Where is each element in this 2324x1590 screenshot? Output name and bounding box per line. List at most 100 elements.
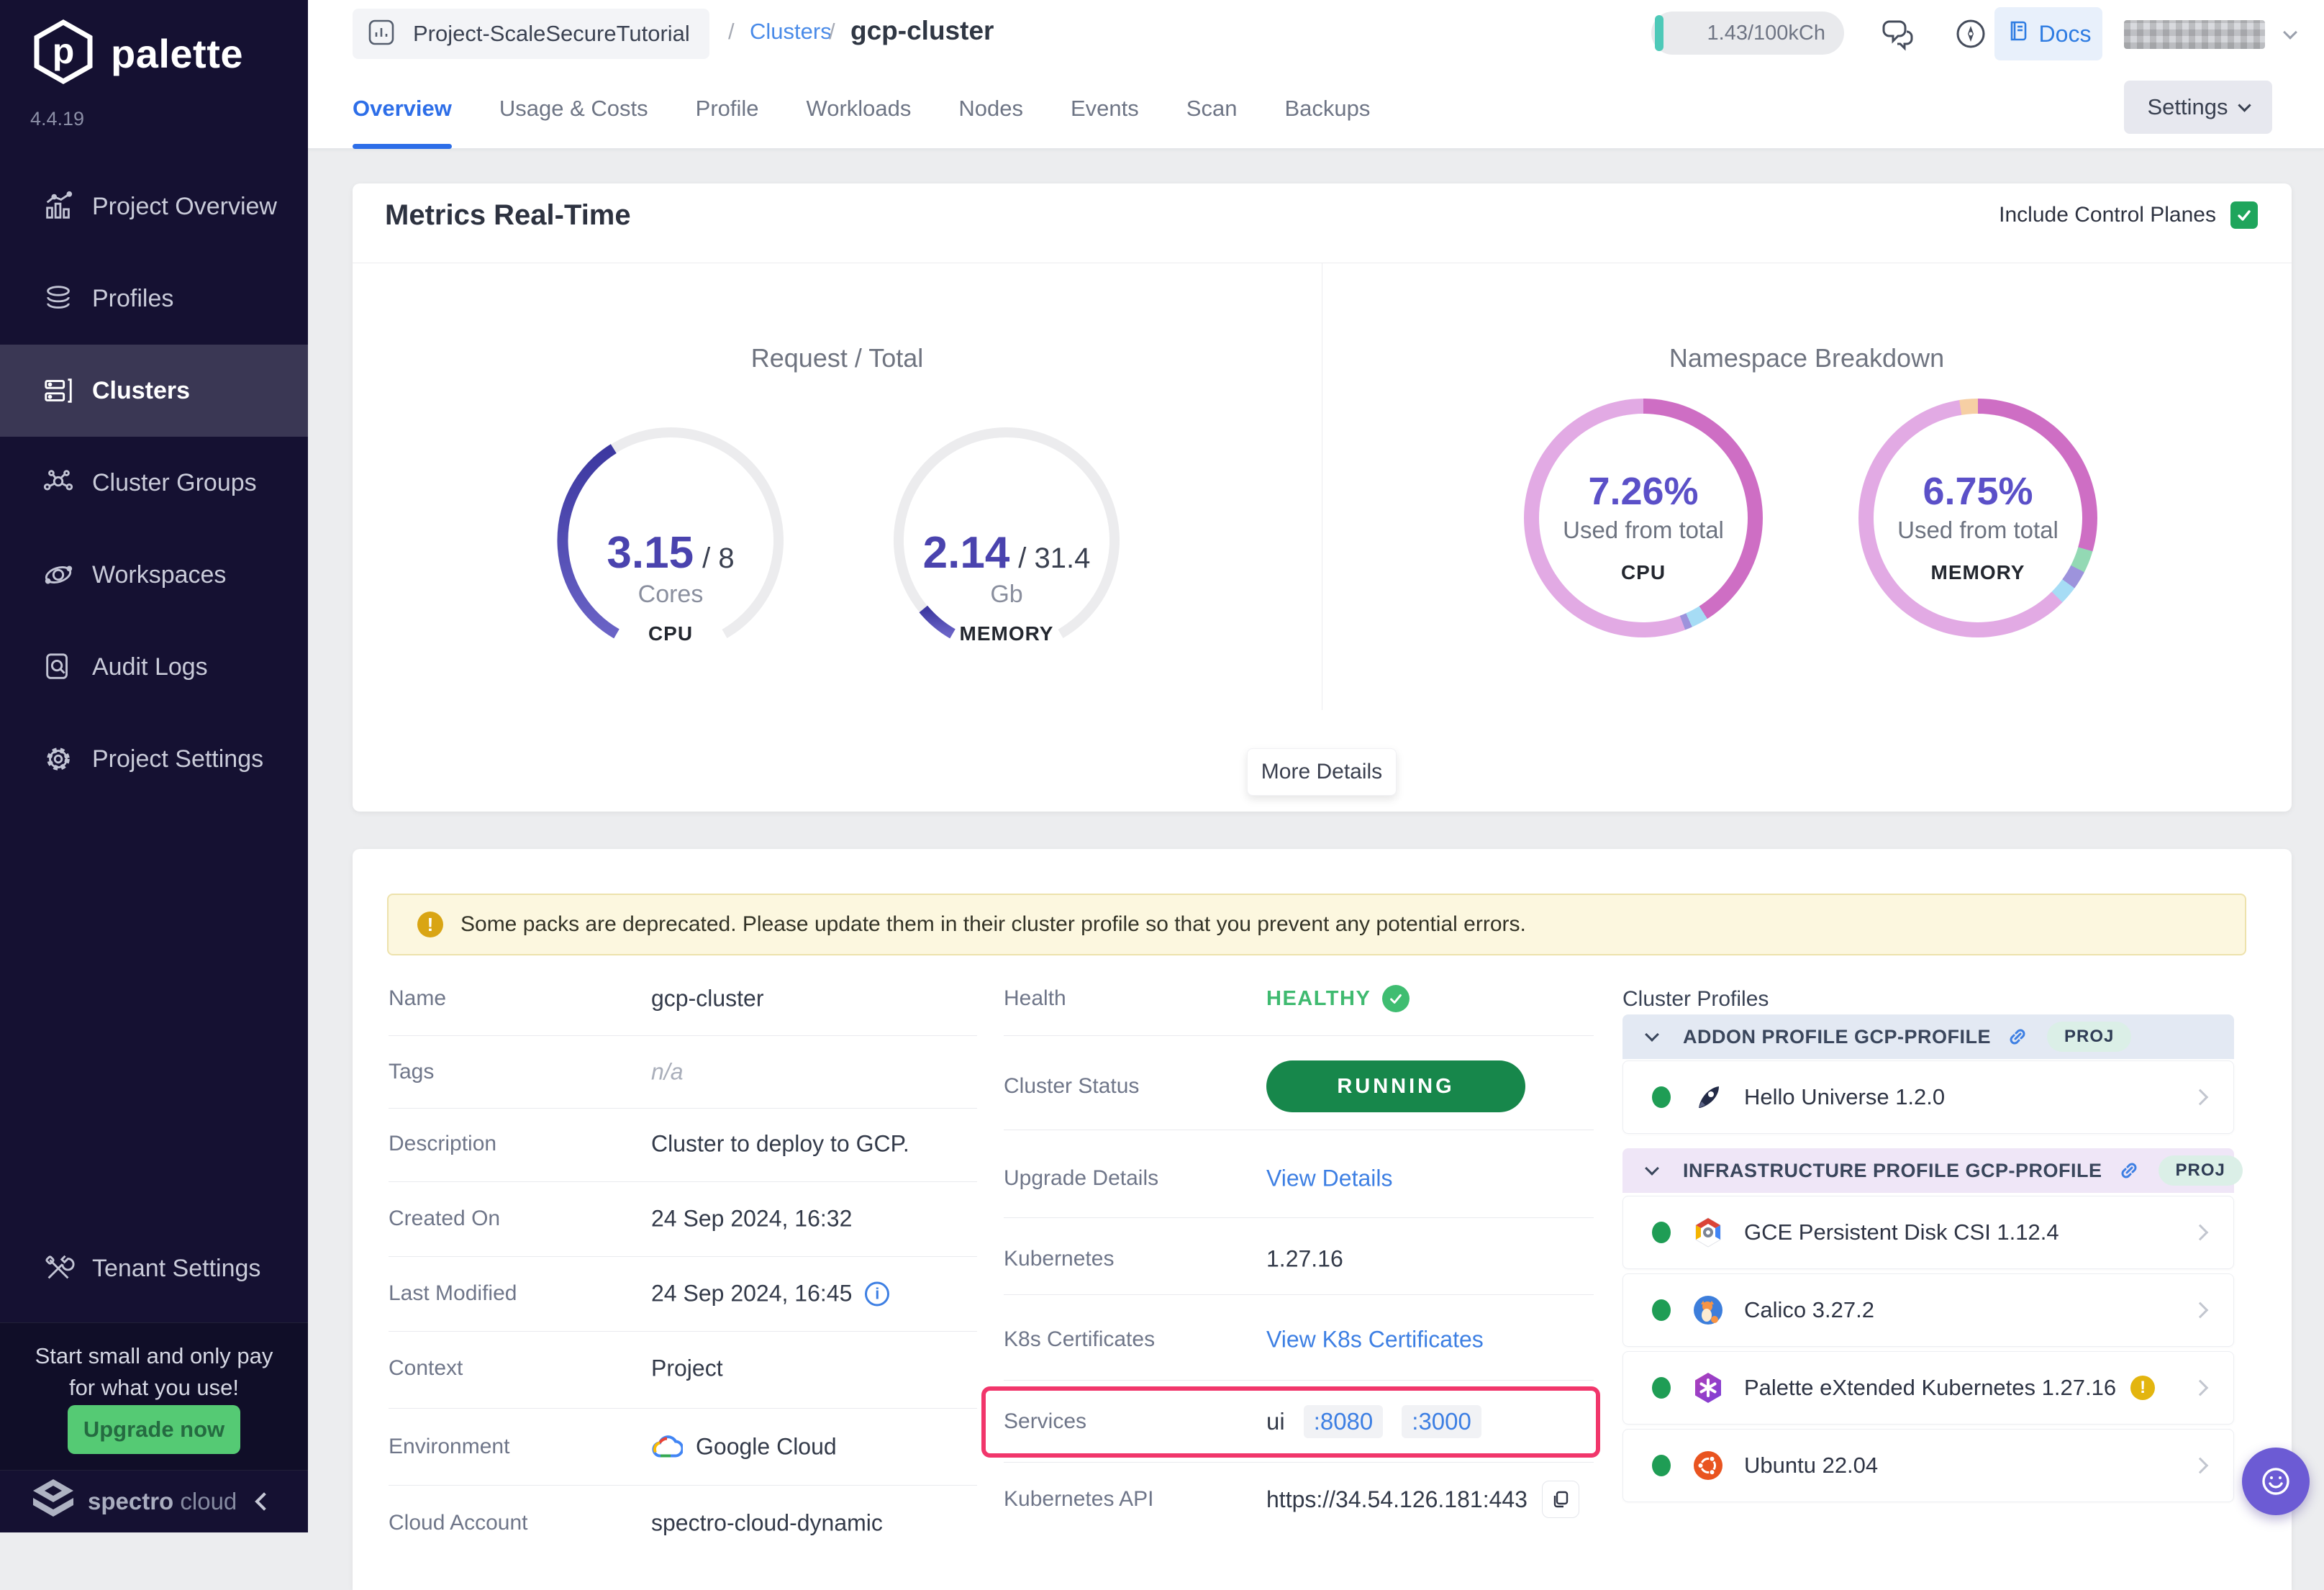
tab-profile[interactable]: Profile bbox=[696, 68, 759, 149]
info-icon[interactable]: i bbox=[865, 1281, 889, 1306]
collapse-sidebar-icon[interactable] bbox=[255, 1492, 273, 1510]
include-control-planes-checkbox[interactable] bbox=[2230, 201, 2258, 229]
divider bbox=[1004, 1035, 1594, 1036]
created-on-value: 24 Sep 2024, 16:32 bbox=[651, 1206, 852, 1232]
tab-nodes[interactable]: Nodes bbox=[958, 68, 1023, 149]
deprecated-packs-warning: ! Some packs are deprecated. Please upda… bbox=[387, 894, 2246, 955]
cluster-profiles-title: Cluster Profiles bbox=[1622, 987, 1769, 1012]
warning-text: Some packs are deprecated. Please update… bbox=[460, 912, 1526, 937]
status-dot bbox=[1652, 1222, 1671, 1243]
audit-search-icon bbox=[40, 649, 76, 685]
compass-icon[interactable] bbox=[1951, 14, 1990, 53]
environment-value: Google Cloud bbox=[651, 1434, 837, 1460]
chat-bubbles-icon[interactable] bbox=[1879, 14, 1918, 53]
divider bbox=[389, 1181, 977, 1182]
cluster-status-value: RUNNING bbox=[1266, 1060, 1525, 1112]
settings-button[interactable]: Settings bbox=[2124, 81, 2272, 134]
sidebar-item-label: Profiles bbox=[92, 285, 173, 313]
sidebar-item-workspaces[interactable]: Workspaces bbox=[0, 529, 308, 621]
breadcrumb-separator: / bbox=[829, 19, 835, 45]
profile-pack-row-pxk[interactable]: Palette eXtended Kubernetes 1.27.16 ! bbox=[1622, 1351, 2234, 1425]
bar-chart-icon bbox=[40, 188, 76, 224]
brand-text: spectro cloud bbox=[88, 1488, 237, 1515]
sidebar-item-project-overview[interactable]: Project Overview bbox=[0, 160, 308, 253]
service-port-link[interactable]: :8080 bbox=[1304, 1405, 1384, 1438]
running-status-pill[interactable]: RUNNING bbox=[1266, 1060, 1525, 1112]
divider bbox=[389, 1485, 977, 1486]
include-control-planes-label: Include Control Planes bbox=[1999, 203, 2216, 227]
cluster-status-label: Cluster Status bbox=[1004, 1074, 1139, 1099]
chevron-right-icon bbox=[2192, 1458, 2209, 1474]
description-label: Description bbox=[389, 1132, 496, 1156]
support-chat-fab[interactable] bbox=[2242, 1448, 2310, 1515]
topbar: Project-ScaleSecureTutorial / Clusters /… bbox=[308, 0, 2324, 68]
gce-disk-icon bbox=[1691, 1215, 1725, 1250]
profile-pack-row-ubuntu[interactable]: Ubuntu 22.04 bbox=[1622, 1429, 2234, 1502]
user-name-redacted[interactable] bbox=[2124, 20, 2265, 49]
request-total-title: Request / Total bbox=[353, 343, 1322, 373]
memory-gauge: 2.14/ 31.4 Gb MEMORY bbox=[884, 418, 1129, 663]
gear-icon bbox=[40, 741, 76, 777]
sidebar-item-audit-logs[interactable]: Audit Logs bbox=[0, 621, 308, 713]
view-k8s-certificates-link[interactable]: View K8s Certificates bbox=[1266, 1327, 1484, 1353]
pack-warning-icon: ! bbox=[2130, 1376, 2155, 1400]
sidebar-item-project-settings[interactable]: Project Settings bbox=[0, 713, 308, 805]
profile-pack-row-hello-universe[interactable]: Hello Universe 1.2.0 bbox=[1622, 1060, 2234, 1134]
svg-text:p: p bbox=[53, 31, 75, 71]
sidebar-item-label: Clusters bbox=[92, 377, 190, 405]
status-dot bbox=[1652, 1455, 1671, 1476]
palette-logo-icon: p bbox=[32, 19, 95, 88]
project-name: Project-ScaleSecureTutorial bbox=[413, 21, 690, 47]
tab-scan[interactable]: Scan bbox=[1186, 68, 1238, 149]
service-port-link[interactable]: :3000 bbox=[1402, 1405, 1481, 1438]
infrastructure-profile-header[interactable]: INFRASTRUCTURE PROFILE GCP-PROFILE PROJ bbox=[1622, 1148, 2234, 1193]
addon-profile-header[interactable]: ADDON PROFILE GCP-PROFILE PROJ bbox=[1622, 1014, 2234, 1059]
usage-quota-badge[interactable]: 1.43/100kCh bbox=[1651, 12, 1844, 55]
tab-usage-costs[interactable]: Usage & Costs bbox=[499, 68, 648, 149]
warning-icon: ! bbox=[417, 912, 443, 937]
tab-overview[interactable]: Overview bbox=[353, 68, 452, 149]
kubernetes-api-label: Kubernetes API bbox=[1004, 1487, 1153, 1512]
upgrade-now-button[interactable]: Upgrade now bbox=[68, 1405, 240, 1454]
sidebar-item-cluster-groups[interactable]: Cluster Groups bbox=[0, 437, 308, 529]
context-value: Project bbox=[651, 1355, 723, 1382]
memory-gauge-value: 2.14/ 31.4 bbox=[884, 527, 1129, 578]
chevron-right-icon bbox=[2192, 1380, 2209, 1396]
profile-pack-row-gce-disk[interactable]: GCE Persistent Disk CSI 1.12.4 bbox=[1622, 1196, 2234, 1269]
view-details-link[interactable]: View Details bbox=[1266, 1166, 1392, 1192]
service-name: ui bbox=[1266, 1408, 1285, 1435]
logo-text: palette bbox=[111, 30, 243, 77]
user-menu-caret-icon[interactable] bbox=[2283, 25, 2297, 40]
google-cloud-icon bbox=[651, 1434, 683, 1460]
tabs: Overview Usage & Costs Profile Workloads… bbox=[353, 68, 1370, 149]
tab-events[interactable]: Events bbox=[1071, 68, 1139, 149]
copy-icon[interactable] bbox=[1542, 1481, 1579, 1518]
profile-pack-row-calico[interactable]: Calico 3.27.2 bbox=[1622, 1273, 2234, 1347]
sidebar-item-clusters[interactable]: Clusters bbox=[0, 345, 308, 437]
cpu-namespace-donut: 7.26% Used from total CPU bbox=[1524, 399, 1763, 637]
memory-namespace-donut: 6.75% Used from total MEMORY bbox=[1858, 399, 2097, 637]
tab-workloads[interactable]: Workloads bbox=[807, 68, 912, 149]
sidebar-item-label: Tenant Settings bbox=[92, 1255, 260, 1283]
docs-button[interactable]: Docs bbox=[1994, 7, 2102, 60]
cloud-account-label: Cloud Account bbox=[389, 1511, 527, 1535]
chevron-right-icon bbox=[2192, 1302, 2209, 1319]
breadcrumb-clusters-link[interactable]: Clusters bbox=[750, 19, 832, 45]
context-label: Context bbox=[389, 1356, 463, 1381]
metrics-title: Metrics Real-Time bbox=[385, 199, 631, 232]
settings-label: Settings bbox=[2147, 94, 2228, 120]
project-selector[interactable]: Project-ScaleSecureTutorial bbox=[353, 9, 709, 59]
palette-logo[interactable]: p palette bbox=[32, 19, 243, 88]
sidebar-item-profiles[interactable]: Profiles bbox=[0, 253, 308, 345]
clusters-icon bbox=[40, 373, 76, 409]
status-dot bbox=[1652, 1299, 1671, 1321]
tab-backups[interactable]: Backups bbox=[1284, 68, 1370, 149]
cpu-gauge-value: 3.15/ 8 bbox=[548, 527, 793, 578]
book-icon bbox=[2006, 19, 2030, 49]
calico-icon bbox=[1691, 1293, 1725, 1327]
sidebar-item-tenant-settings[interactable]: Tenant Settings bbox=[0, 1222, 308, 1314]
chevron-down-icon bbox=[1645, 1027, 1659, 1042]
infrastructure-profile-header-label: INFRASTRUCTURE PROFILE GCP-PROFILE bbox=[1683, 1160, 2102, 1182]
memory-donut-caption: Used from total bbox=[1858, 517, 2097, 544]
more-details-button[interactable]: More Details bbox=[1247, 748, 1397, 796]
